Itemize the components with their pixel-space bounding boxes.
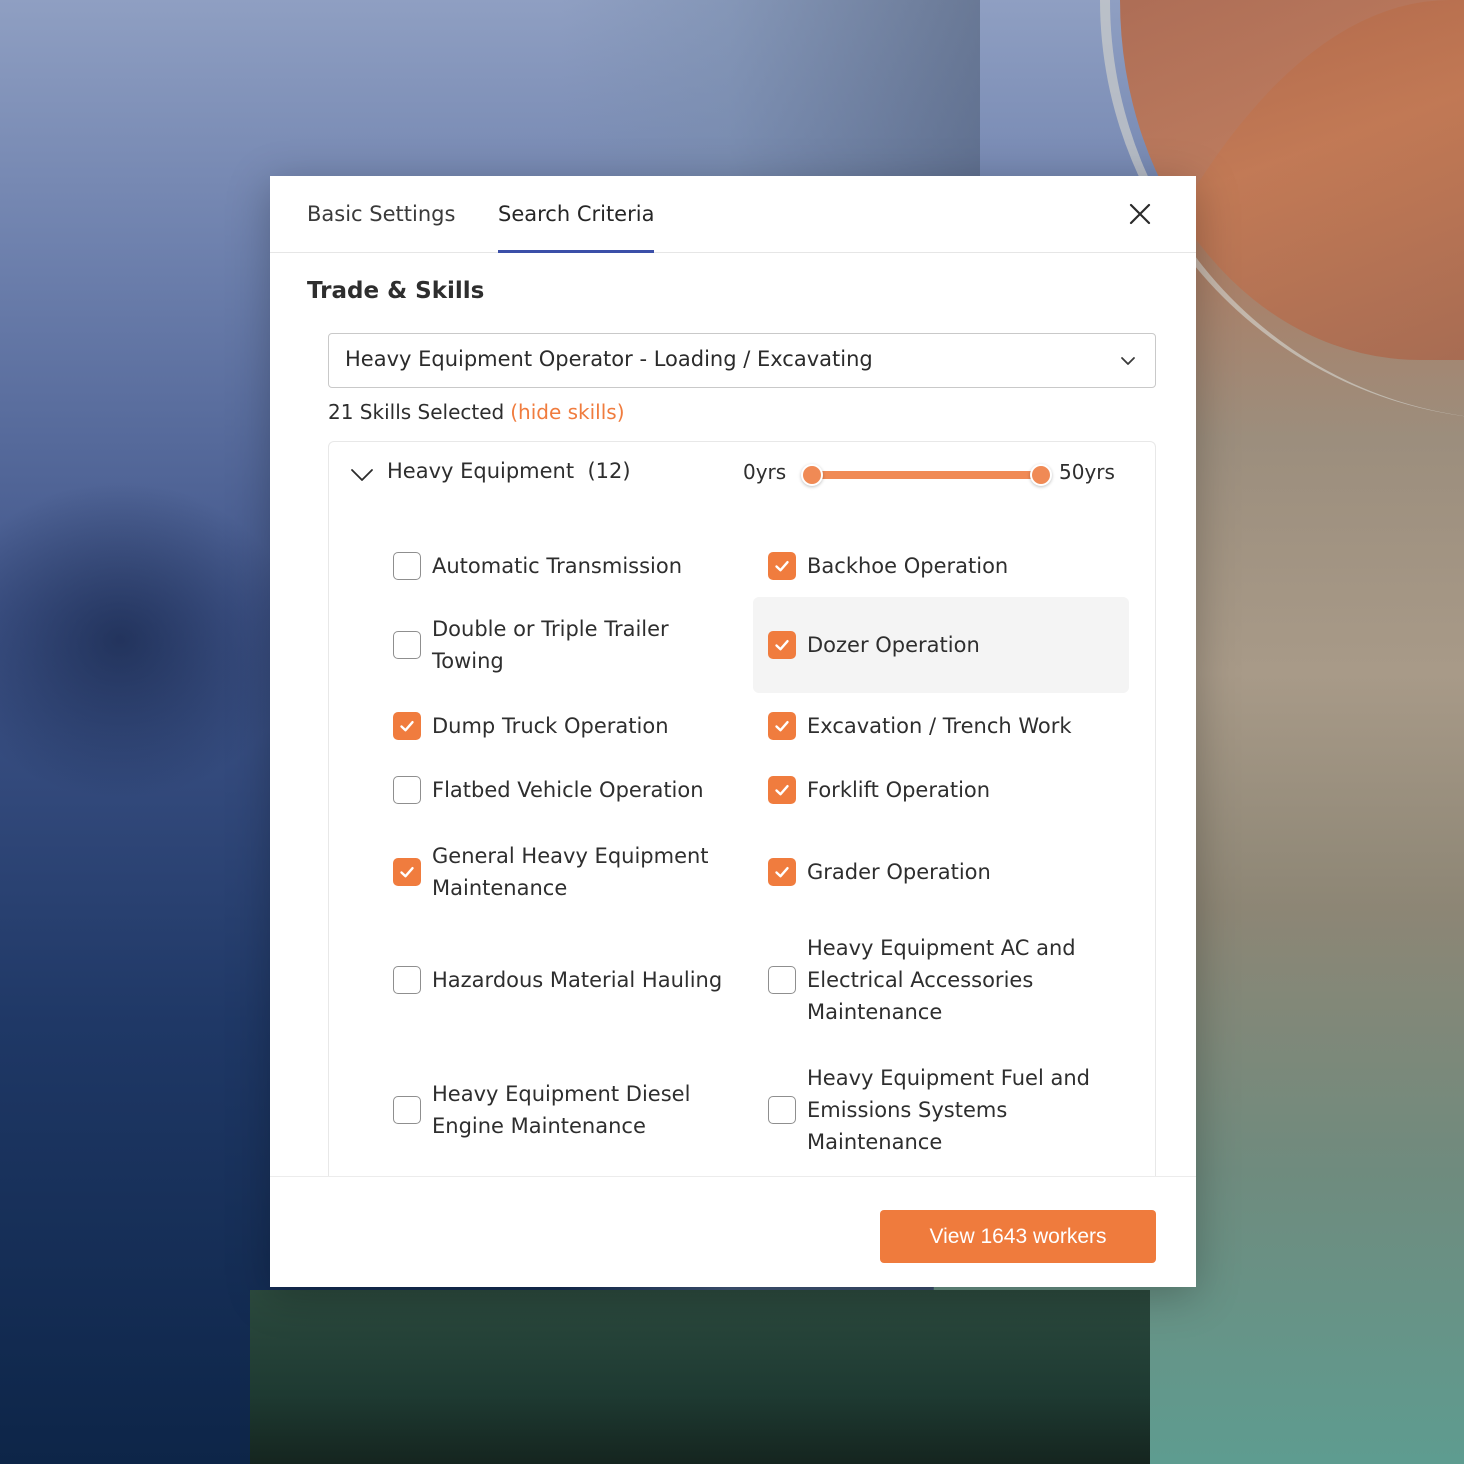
close-icon — [1129, 203, 1151, 225]
skill-label: Grader Operation — [807, 860, 991, 884]
skill-label: Heavy Equipment Fuel and Emissions Syste… — [807, 1066, 1090, 1154]
skill-option[interactable]: Double or Triple Trailer Towing — [393, 599, 733, 691]
skill-option[interactable]: Dump Truck Operation — [393, 698, 733, 754]
skill-option[interactable]: Hazardous Material Hauling — [393, 932, 753, 1028]
checkmark-icon — [775, 784, 789, 796]
skill-option[interactable]: Heavy Equipment Diesel Engine Maintenanc… — [393, 1064, 733, 1156]
skill-label: Automatic Transmission — [432, 554, 683, 578]
checkmark-icon — [400, 866, 414, 878]
skill-label: General Heavy Equipment Maintenance — [432, 844, 709, 900]
tab-search-criteria[interactable]: Search Criteria — [498, 202, 655, 253]
trade-select-value: Heavy Equipment Operator - Loading / Exc… — [345, 347, 873, 371]
section-title: Trade & Skills — [307, 278, 485, 304]
skill-label: Hazardous Material Hauling — [432, 968, 723, 992]
skills-summary: 21 Skills Selected (hide skills) — [328, 400, 625, 424]
skill-option[interactable]: General Heavy Equipment Maintenance — [393, 826, 733, 918]
experience-max-label: 50yrs — [1059, 460, 1115, 484]
skill-label: Flatbed Vehicle Operation — [432, 778, 704, 802]
skills-selected-count: 21 Skills Selected — [328, 400, 505, 424]
skill-checkbox[interactable] — [768, 1096, 796, 1124]
skill-label: Dump Truck Operation — [432, 714, 669, 738]
search-filter-modal: Basic Settings Search Criteria Trade & S… — [270, 176, 1196, 1287]
skill-option[interactable]: Heavy Equipment AC and Electrical Access… — [768, 932, 1128, 1028]
skill-label: Dozer Operation — [807, 633, 980, 657]
skill-checkbox[interactable] — [768, 966, 796, 994]
skill-checkbox[interactable] — [393, 631, 421, 659]
skill-option[interactable]: Dozer Operation — [753, 597, 1129, 693]
skill-option[interactable]: Flatbed Vehicle Operation — [393, 762, 733, 818]
trade-select[interactable]: Heavy Equipment Operator - Loading / Exc… — [328, 333, 1156, 388]
skill-option[interactable]: Automatic Transmission — [393, 538, 733, 594]
view-workers-button[interactable]: View 1643 workers — [880, 1210, 1156, 1263]
skill-label: Heavy Equipment Diesel Engine Maintenanc… — [432, 1082, 691, 1138]
skill-checkbox-checked[interactable] — [393, 858, 421, 886]
skill-checkbox[interactable] — [393, 776, 421, 804]
hide-skills-link[interactable]: (hide skills) — [510, 400, 624, 424]
chevron-down-icon — [1121, 357, 1135, 365]
close-button[interactable] — [1126, 200, 1154, 228]
checkmark-icon — [775, 866, 789, 878]
skill-checkbox-checked[interactable] — [768, 858, 796, 886]
skill-label: Heavy Equipment AC and Electrical Access… — [807, 936, 1076, 1024]
tab-bar: Basic Settings Search Criteria — [270, 176, 1196, 253]
group-collapse-chevron-icon[interactable] — [349, 462, 375, 488]
checkmark-icon — [400, 720, 414, 732]
skill-checkbox-checked[interactable] — [393, 712, 421, 740]
skill-checkbox[interactable] — [393, 552, 421, 580]
skill-checkbox-checked[interactable] — [768, 552, 796, 580]
skill-option[interactable]: Excavation / Trench Work — [768, 698, 1128, 754]
skill-label: Double or Triple Trailer Towing — [432, 617, 669, 673]
experience-max-handle[interactable] — [1030, 464, 1052, 486]
skill-label: Backhoe Operation — [807, 554, 1009, 578]
checkmark-icon — [775, 560, 789, 572]
skill-group-heavy-equipment: Heavy Equipment (12) 0yrs 50yrs Automati… — [328, 441, 1156, 1176]
skill-option[interactable]: Heavy Equipment Fuel and Emissions Syste… — [768, 1060, 1128, 1160]
skill-group-title[interactable]: Heavy Equipment (12) — [387, 459, 631, 483]
skill-label: Forklift Operation — [807, 778, 991, 802]
skill-checkbox[interactable] — [393, 1096, 421, 1124]
skill-checkbox-checked[interactable] — [768, 712, 796, 740]
skill-option[interactable]: Grader Operation — [768, 826, 1128, 918]
skill-checkbox[interactable] — [393, 966, 421, 994]
checkmark-icon — [775, 720, 789, 732]
modal-footer: View 1643 workers — [270, 1176, 1196, 1287]
modal-body: Trade & Skills Heavy Equipment Operator … — [270, 254, 1196, 1176]
skill-option[interactable]: Forklift Operation — [768, 762, 1128, 818]
skill-checkbox-checked[interactable] — [768, 776, 796, 804]
checkmark-icon — [775, 639, 789, 651]
experience-min-handle[interactable] — [801, 464, 823, 486]
skill-option[interactable]: Backhoe Operation — [768, 538, 1128, 594]
experience-range-slider[interactable] — [813, 471, 1041, 479]
skill-checkbox-checked[interactable] — [768, 631, 796, 659]
experience-min-label: 0yrs — [743, 460, 787, 484]
skill-label: Excavation / Trench Work — [807, 714, 1072, 738]
tab-basic-settings[interactable]: Basic Settings — [307, 202, 455, 253]
